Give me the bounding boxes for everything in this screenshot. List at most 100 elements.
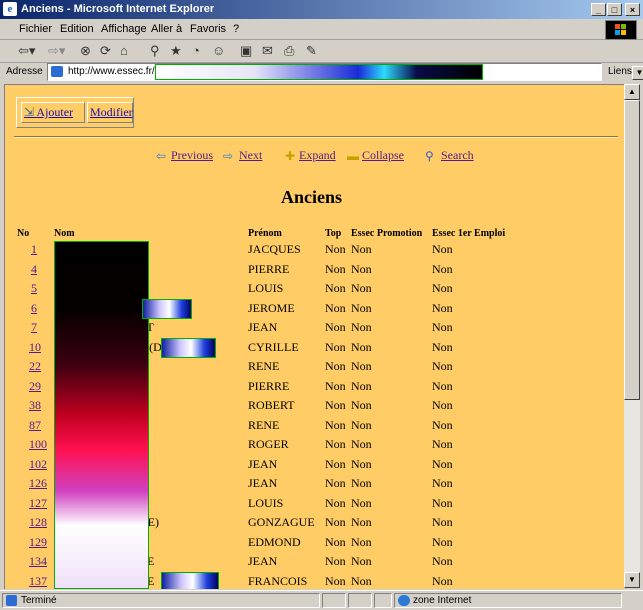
row-1er-emploi: Non [432, 535, 453, 549]
row-top: Non [325, 301, 346, 315]
row-number-link[interactable]: 128 [29, 515, 47, 530]
status-pane-blank [374, 593, 392, 608]
row-number-link[interactable]: 87 [29, 418, 41, 433]
status-pane-blank [348, 593, 372, 608]
row-number-link[interactable]: 6 [31, 301, 37, 316]
row-prenom: LOUIS [248, 281, 284, 295]
row-number-link[interactable]: 100 [29, 437, 47, 452]
fullscreen-icon[interactable]: ▣ [240, 43, 252, 59]
add-button[interactable]: ⇲ Ajouter [21, 102, 85, 123]
expand-link[interactable]: Expand [299, 148, 336, 163]
row-1er-emploi: Non [432, 437, 453, 451]
edit-icon[interactable]: ✎ [306, 43, 317, 59]
row-top: Non [325, 437, 346, 451]
maximize-button[interactable]: □ [607, 3, 622, 16]
history-icon[interactable]: ◔ [192, 43, 200, 59]
row-number-link[interactable]: 126 [29, 476, 47, 491]
page-done-icon [6, 595, 17, 606]
menu-edition[interactable]: Edition [60, 23, 94, 35]
menu-help[interactable]: ? [233, 23, 239, 35]
row-top: Non [325, 496, 346, 510]
edit-button[interactable]: Modifier [87, 102, 133, 123]
scroll-down-icon[interactable]: ▼ [624, 572, 640, 588]
col-prenom: Prénom [248, 228, 282, 239]
previous-link[interactable]: Previous [171, 148, 213, 163]
row-number-link[interactable]: 137 [29, 574, 47, 589]
row-prenom: ROBERT [248, 398, 295, 412]
row-number-link[interactable]: 22 [29, 359, 41, 374]
row-number-link[interactable]: 7 [31, 320, 37, 335]
row-number-link[interactable]: 4 [31, 262, 37, 277]
row-prenom: RENE [248, 359, 280, 373]
row-number-link[interactable]: 10 [29, 340, 41, 355]
scroll-up-icon[interactable]: ▲ [624, 84, 640, 100]
menu-aller[interactable]: Aller à [151, 23, 182, 35]
globe-icon [398, 595, 410, 606]
page-title: Anciens [281, 187, 343, 207]
row-number-link[interactable]: 102 [29, 457, 47, 472]
row-1er-emploi: Non [432, 340, 453, 354]
forward-icon[interactable]: ⇨▾ [48, 43, 65, 59]
close-button[interactable]: × [625, 3, 640, 16]
row-top: Non [325, 535, 346, 549]
mail-icon[interactable]: ✉ [262, 43, 273, 59]
row-number-link[interactable]: 134 [29, 554, 47, 569]
toolbar: ⇦▾ ⇨▾ ⊗ ⟳ ⌂ ⚲ ★ ◔ ☺ ▣ ✉ ⎙ ✎ [0, 40, 643, 63]
row-1er-emploi: Non [432, 301, 453, 315]
scroll-thumb[interactable] [624, 100, 640, 400]
row-promotion: Non [351, 359, 372, 373]
address-url[interactable]: http://www.essec.fr/ [68, 66, 155, 77]
minimize-button[interactable]: _ [591, 3, 606, 16]
row-promotion: Non [351, 418, 372, 432]
collapse-icon: ▬ [347, 149, 359, 163]
back-icon[interactable]: ⇦▾ [18, 43, 35, 59]
row-1er-emploi: Non [432, 379, 453, 393]
menu-fichier[interactable]: Fichier [19, 23, 52, 35]
row-number-link[interactable]: 129 [29, 535, 47, 550]
stop-icon[interactable]: ⊗ [80, 43, 91, 59]
row-number-link[interactable]: 29 [29, 379, 41, 394]
row-promotion: Non [351, 554, 372, 568]
row-1er-emploi: Non [432, 496, 453, 510]
links-label[interactable]: Liens [608, 66, 632, 77]
menu-favoris[interactable]: Favoris [190, 23, 226, 35]
row-prenom: PIERRE [248, 379, 290, 393]
address-field[interactable]: http://www.essec.fr/ ▼ [47, 63, 643, 81]
row-promotion: Non [351, 535, 372, 549]
row-number-link[interactable]: 127 [29, 496, 47, 511]
collapse-link[interactable]: Collapse [362, 148, 404, 163]
row-prenom: PIERRE [248, 262, 290, 276]
row-top: Non [325, 262, 346, 276]
search-link[interactable]: Search [441, 148, 474, 163]
row-number-link[interactable]: 38 [29, 398, 41, 413]
row-top: Non [325, 281, 346, 295]
address-label: Adresse [6, 66, 43, 77]
messenger-icon[interactable]: ☺ [212, 43, 225, 59]
row-promotion: Non [351, 398, 372, 412]
next-arrow-icon: ⇨ [223, 149, 234, 163]
row-promotion: Non [351, 340, 372, 354]
menu-affichage[interactable]: Affichage [101, 23, 147, 35]
favorites-icon[interactable]: ★ [170, 43, 182, 59]
row-promotion: Non [351, 301, 372, 315]
windows-logo [605, 20, 637, 40]
title-bar: e Anciens - Microsoft Internet Explorer … [0, 0, 643, 19]
add-button-label: Ajouter [36, 105, 74, 119]
address-dropdown-icon[interactable]: ▼ [632, 66, 643, 80]
vertical-scrollbar[interactable]: ▲ ▼ [624, 84, 640, 588]
row-1er-emploi: Non [432, 281, 453, 295]
row-prenom: LOUIS [248, 496, 284, 510]
row-promotion: Non [351, 379, 372, 393]
row-number-link[interactable]: 5 [31, 281, 37, 296]
print-icon[interactable]: ⎙ [284, 43, 294, 59]
home-icon[interactable]: ⌂ [120, 43, 128, 59]
row-promotion: Non [351, 476, 372, 490]
row-number-link[interactable]: 1 [31, 242, 37, 257]
row-1er-emploi: Non [432, 262, 453, 276]
search-icon[interactable]: ⚲ [150, 43, 160, 59]
status-pane-blank [322, 593, 346, 608]
divider [14, 136, 618, 138]
refresh-icon[interactable]: ⟳ [100, 43, 111, 59]
next-link[interactable]: Next [239, 148, 262, 163]
row-promotion: Non [351, 496, 372, 510]
